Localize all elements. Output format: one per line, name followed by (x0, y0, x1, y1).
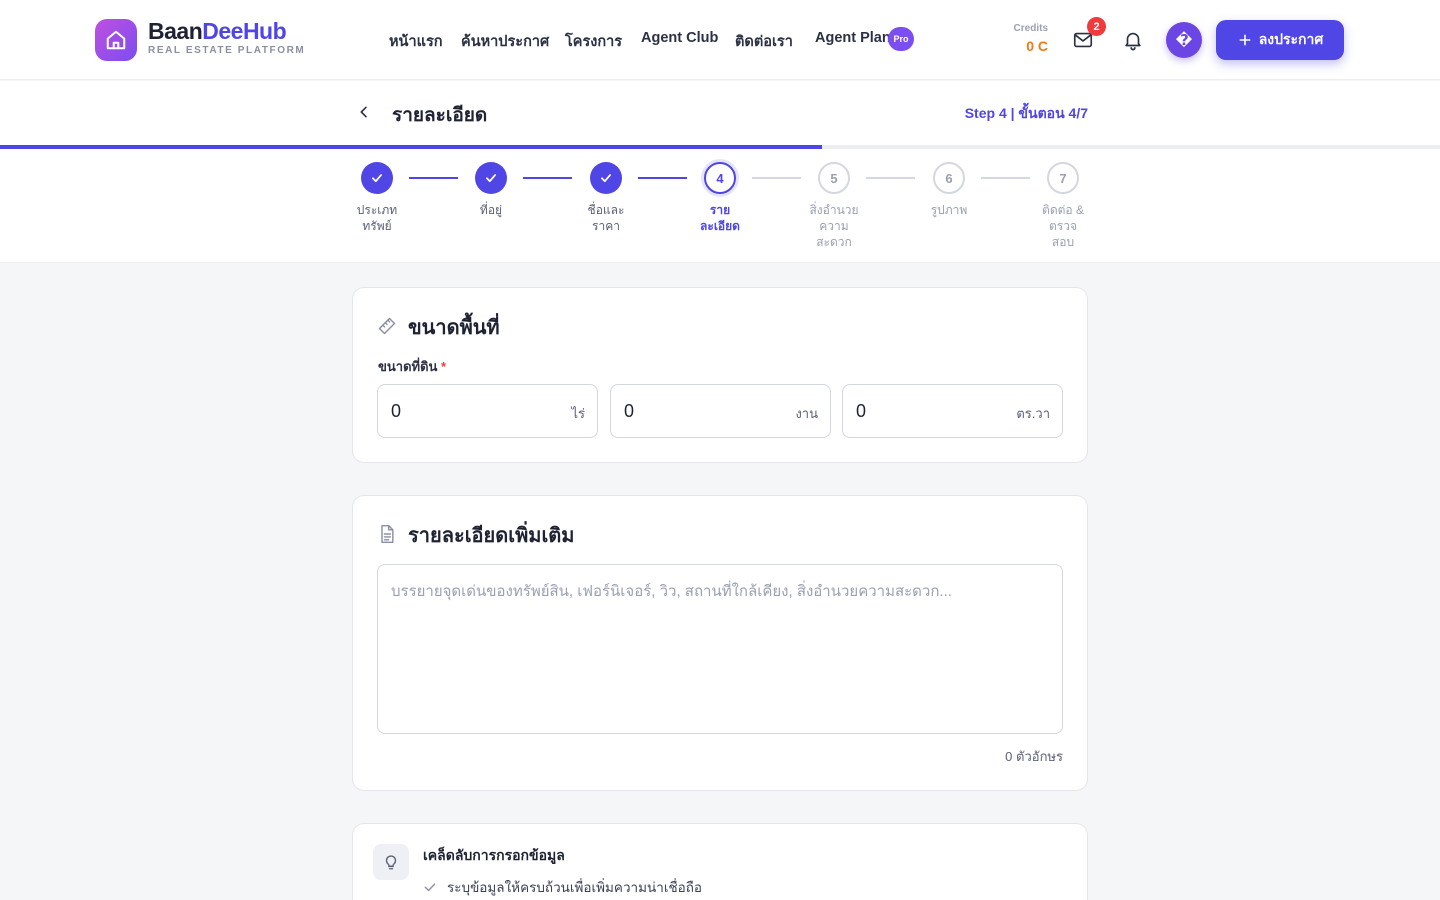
step-label-line: ชื่อและ (587, 203, 625, 217)
check-icon (372, 174, 382, 183)
progress-bar (0, 145, 1440, 149)
step-label-line: ตรวจ (1048, 219, 1077, 233)
step-connector (981, 177, 1030, 179)
check-icon (601, 174, 611, 183)
top-navbar: BaanDeeHub REAL ESTATE PLATFORM หน้าแรก … (0, 0, 1440, 80)
plus-icon (1239, 34, 1251, 46)
nav-contact[interactable]: ติดต่อเรา (735, 30, 793, 53)
square-wa-value: 0 (856, 401, 867, 421)
check-icon (486, 174, 496, 183)
step-circle-4[interactable]: 4 (704, 162, 736, 194)
description-placeholder: บรรยายจุดเด่นของทรัพย์สิน, เฟอร์นิเจอร์,… (391, 583, 952, 600)
ruler-icon (378, 317, 396, 335)
check-icon (424, 883, 436, 892)
land-size-title: ขนาดพื้นที่ (408, 317, 500, 339)
credits-label: Credits (1013, 23, 1048, 34)
tip-item-text: ระบุข้อมูลให้ครบถ้วนเพื่อเพิ่มความน่าเชื… (447, 880, 703, 895)
step-label-2: ที่อยู่ (456, 202, 526, 218)
lightbulb-icon (373, 844, 409, 880)
step-label-7: ติดต่อ & ตรวจสอบ (1028, 202, 1098, 250)
step-circle-5[interactable]: 5 (818, 162, 850, 194)
step-number: 4 (716, 170, 724, 186)
step-label-line: ความ (819, 219, 849, 233)
step-label-line: สิ่งอำนวย (809, 203, 859, 217)
user-avatar[interactable]: � (1166, 22, 1202, 58)
mail-count-badge: 2 (1087, 17, 1106, 36)
nav-home[interactable]: หน้าแรก (389, 30, 443, 53)
step-label-line: ประเภท (356, 203, 398, 217)
back-arrow-icon[interactable] (354, 102, 374, 122)
step-circle-3[interactable] (590, 162, 622, 194)
step-label-line: ราย (709, 203, 731, 217)
step-circle-1[interactable] (361, 162, 393, 194)
progress-bar-fill (0, 145, 823, 149)
step-number: 5 (830, 170, 838, 186)
square-wa-input[interactable]: 0 ตร.วา (842, 384, 1063, 438)
required-mark: * (441, 359, 447, 374)
step-circle-6[interactable]: 6 (933, 162, 965, 194)
bell-icon[interactable] (1119, 26, 1147, 54)
credits-value: 0 C (1026, 38, 1048, 54)
land-size-label: ขนาดที่ดิน * (378, 356, 446, 377)
step-connector (409, 177, 458, 179)
tip-item: ระบุข้อมูลให้ครบถ้วนเพื่อเพิ่มความน่าเชื… (423, 876, 702, 898)
nav-search-listings[interactable]: ค้นหาประกาศ (461, 30, 549, 53)
brand-name[interactable]: BaanDeeHub (148, 18, 287, 45)
step-indicator: Step 4 | ขั้นตอน 4/7 (964, 105, 1088, 121)
land-size-label-text: ขนาดที่ดิน (378, 359, 438, 374)
details-card: รายละเอียดเพิ่มเติม บรรยายจุดเด่นของทรัพ… (352, 495, 1088, 791)
step-connector (866, 177, 915, 179)
step-number: 7 (1059, 170, 1067, 186)
ngan-value: 0 (624, 401, 635, 421)
character-count: 0 ตัวอักษร (1005, 749, 1063, 764)
step-label-4: รายละเอียด (685, 202, 755, 234)
post-listing-label: ลงประกาศ (1258, 31, 1324, 47)
step-label-6: รูปภาพ (914, 202, 984, 218)
nav-agent-club[interactable]: Agent Club (641, 30, 718, 46)
step-label-line: ราคา (592, 219, 620, 233)
land-size-card: ขนาดพื้นที่ ขนาดที่ดิน * 0 ไร่ 0 งาน 0 ต… (352, 287, 1088, 463)
step-connector (523, 177, 572, 179)
nav-agent-plan[interactable]: Agent Plan (815, 30, 891, 46)
step-label-line: ละเอียด (700, 219, 740, 233)
step-label-line: ที่อยู่ (479, 203, 503, 217)
step-label-line: ติดต่อ & (1042, 203, 1084, 217)
ngan-unit: งาน (795, 406, 818, 421)
square-wa-unit: ตร.วา (1016, 406, 1050, 421)
rai-input[interactable]: 0 ไร่ (377, 384, 598, 438)
step-number: 6 (945, 170, 953, 186)
step-label-line: รูปภาพ (930, 203, 968, 217)
step-connector (752, 177, 801, 179)
step-label-line: ทรัพย์ (362, 219, 392, 233)
rai-value: 0 (391, 401, 402, 421)
ngan-input[interactable]: 0 งาน (610, 384, 831, 438)
document-icon (381, 524, 394, 544)
step-label-line: สอบ (1051, 235, 1075, 249)
rai-unit: ไร่ (571, 406, 585, 421)
details-title: รายละเอียดเพิ่มเติม (408, 525, 575, 547)
brand-name-part1: Baan (148, 18, 203, 44)
pro-badge: Pro (888, 27, 914, 51)
tips-title: เคล็ดลับการกรอกข้อมูล (423, 847, 565, 863)
step-label-line: สะดวก (816, 235, 852, 249)
step-label-3: ชื่อและราคา (571, 202, 641, 234)
step-circle-7[interactable]: 7 (1047, 162, 1079, 194)
page-title: รายละเอียด (392, 105, 488, 126)
post-listing-button[interactable]: ลงประกาศ (1216, 20, 1344, 60)
nav-projects[interactable]: โครงการ (565, 30, 622, 53)
home-logo-icon[interactable] (95, 19, 137, 61)
brand-name-part2: DeeHub (202, 18, 287, 44)
step-label-1: ประเภททรัพย์ (342, 202, 412, 234)
description-textarea[interactable]: บรรยายจุดเด่นของทรัพย์สิน, เฟอร์นิเจอร์,… (377, 564, 1063, 734)
step-label-5: สิ่งอำนวยความสะดวก (799, 202, 869, 250)
tips-card: เคล็ดลับการกรอกข้อมูล ระบุข้อมูลให้ครบถ้… (352, 823, 1088, 900)
brand-tagline: REAL ESTATE PLATFORM (148, 45, 306, 56)
step-circle-2[interactable] (475, 162, 507, 194)
step-connector (638, 177, 687, 179)
